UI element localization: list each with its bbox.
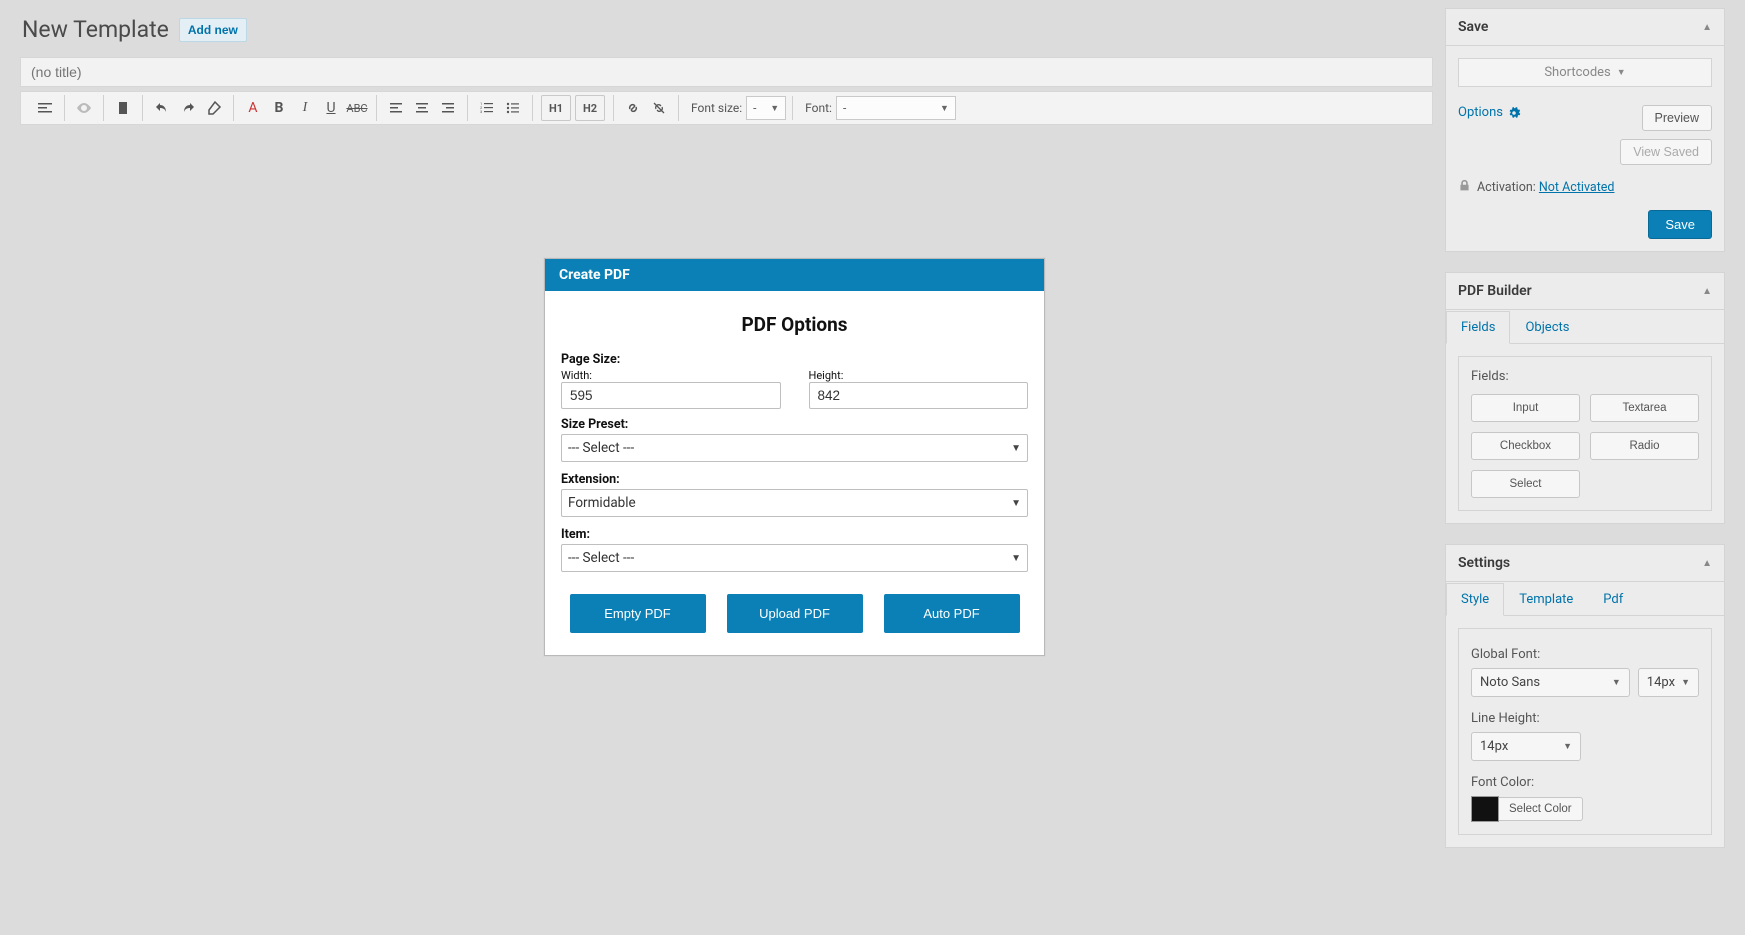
field-input-button[interactable]: Input [1471,394,1580,422]
gear-icon [1507,106,1521,120]
align-right-icon[interactable] [435,95,461,121]
paste-icon[interactable] [110,95,136,121]
tab-pdf[interactable]: Pdf [1588,583,1638,616]
collapse-icon[interactable]: ▲ [1702,22,1712,33]
width-input[interactable] [561,382,781,409]
font-size-label: Font size: [691,101,742,115]
field-radio-button[interactable]: Radio [1590,432,1699,460]
bold-button[interactable]: B [266,95,292,121]
link-icon[interactable] [620,95,646,121]
global-font-size-select[interactable]: 14px▼ [1638,668,1699,697]
redo-icon[interactable] [175,95,201,121]
collapse-icon[interactable]: ▲ [1702,558,1712,569]
create-pdf-dialog: Create PDF PDF Options Page Size: Width:… [544,258,1045,656]
auto-pdf-button[interactable]: Auto PDF [884,594,1020,633]
eye-icon[interactable] [71,95,97,121]
field-select-button[interactable]: Select [1471,470,1580,498]
save-button[interactable]: Save [1648,210,1712,239]
tab-template[interactable]: Template [1504,583,1588,616]
underline-button[interactable]: U [318,95,344,121]
strike-button[interactable]: ABC [344,95,370,121]
pdf-builder-panel: PDF Builder ▲ Fields Objects Fields: Inp… [1445,272,1725,524]
line-height-label: Line Height: [1471,711,1699,726]
lock-icon [1458,179,1471,196]
list-unordered-icon[interactable] [500,95,526,121]
page-title: New Template [22,16,169,43]
unlink-icon[interactable] [646,95,672,121]
italic-button[interactable]: I [292,95,318,121]
svg-text:3: 3 [480,109,482,114]
upload-pdf-button[interactable]: Upload PDF [727,594,863,633]
undo-icon[interactable] [149,95,175,121]
editor-toolbar: A B I U ABC 123 H1 H2 [20,91,1433,125]
activation-status-link[interactable]: Not Activated [1539,180,1615,195]
extension-label: Extension: [561,472,1028,487]
view-saved-button[interactable]: View Saved [1620,139,1712,165]
height-input[interactable] [809,382,1029,409]
field-checkbox-button[interactable]: Checkbox [1471,432,1580,460]
settings-panel: Settings ▲ Style Template Pdf Global Fon… [1445,544,1725,848]
h1-button[interactable]: H1 [541,95,571,121]
font-color-button[interactable]: A [240,95,266,121]
add-new-button[interactable]: Add new [179,18,247,42]
select-color-button[interactable]: Select Color [1499,797,1583,821]
template-title-input[interactable] [20,57,1433,87]
size-preset-select[interactable]: --- Select ---▼ [561,434,1028,462]
collapse-icon[interactable]: ▲ [1702,286,1712,297]
shortcodes-select[interactable]: Shortcodes▼ [1458,58,1712,87]
options-link[interactable]: Options [1458,105,1521,120]
h2-button[interactable]: H2 [575,95,605,121]
tab-style[interactable]: Style [1446,583,1504,616]
font-color-label: Font Color: [1471,775,1699,790]
dialog-heading: PDF Options [561,313,1028,336]
tab-objects[interactable]: Objects [1510,311,1584,344]
font-select[interactable]: -▼ [836,96,956,120]
color-swatch[interactable] [1471,796,1499,822]
tab-fields[interactable]: Fields [1446,311,1510,344]
preview-button[interactable]: Preview [1642,105,1712,131]
global-font-label: Global Font: [1471,647,1699,662]
save-panel: Save ▲ Shortcodes▼ Options Preview View … [1445,8,1725,252]
align-left-icon[interactable] [383,95,409,121]
list-ordered-icon[interactable]: 123 [474,95,500,121]
save-panel-title: Save [1458,19,1488,35]
fields-label: Fields: [1471,369,1699,384]
align-icon[interactable] [32,95,58,121]
field-textarea-button[interactable]: Textarea [1590,394,1699,422]
settings-title: Settings [1458,555,1510,571]
align-center-icon[interactable] [409,95,435,121]
font-size-select[interactable]: -▼ [746,96,786,120]
dialog-title: Create PDF [545,259,1044,291]
size-preset-label: Size Preset: [561,417,1028,432]
page-size-label: Page Size: [561,352,1028,367]
empty-pdf-button[interactable]: Empty PDF [570,594,706,633]
pdf-builder-title: PDF Builder [1458,283,1532,299]
activation-label: Activation: Not Activated [1477,180,1614,195]
erase-icon[interactable] [201,95,227,121]
item-select[interactable]: --- Select ---▼ [561,544,1028,572]
height-label: Height: [809,369,1029,382]
line-height-select[interactable]: 14px▼ [1471,732,1581,761]
width-label: Width: [561,369,781,382]
global-font-select[interactable]: Noto Sans▼ [1471,668,1630,697]
font-label: Font: [805,101,832,115]
extension-select[interactable]: Formidable▼ [561,489,1028,517]
item-label: Item: [561,527,1028,542]
